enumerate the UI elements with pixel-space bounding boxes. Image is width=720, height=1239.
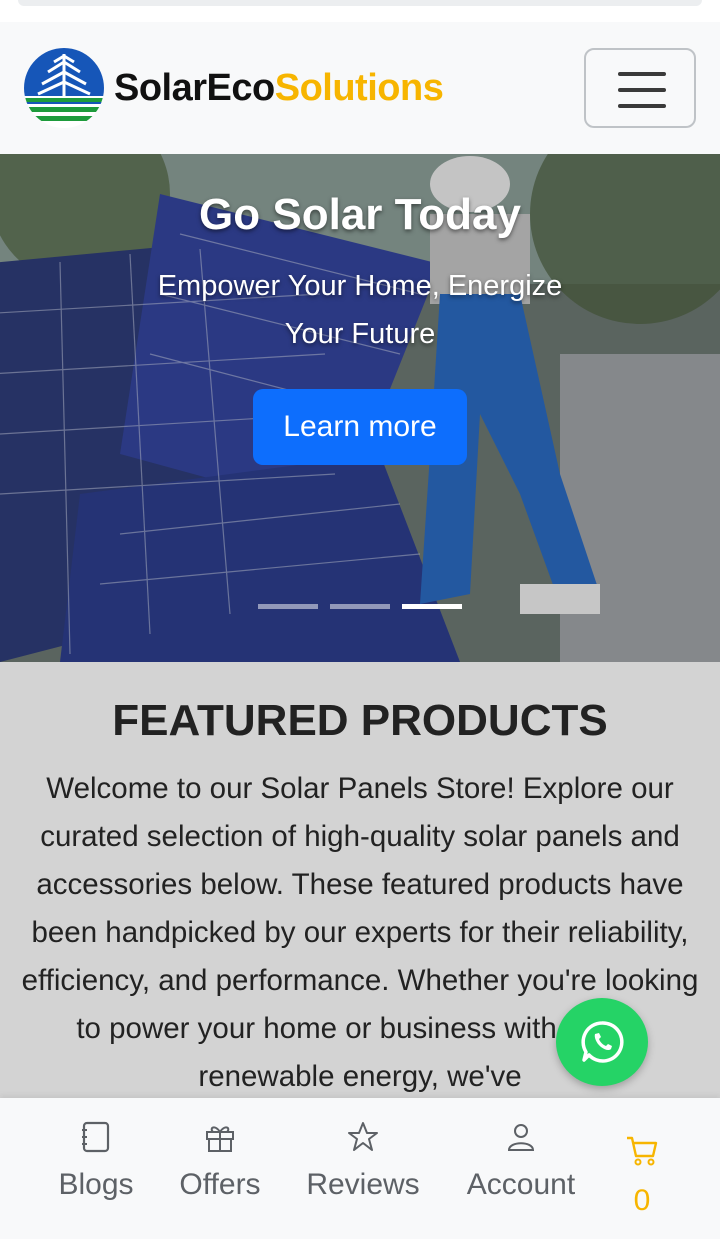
solar-leaf-logo-icon — [24, 48, 104, 128]
brand-name: SolarEcoSolutions — [114, 66, 444, 110]
nav-cart[interactable]: 0 — [612, 1098, 672, 1239]
hamburger-menu-button[interactable] — [584, 48, 696, 128]
carousel-indicator-1[interactable] — [258, 604, 318, 609]
whatsapp-button[interactable] — [556, 998, 648, 1086]
hero-title: Go Solar Today — [199, 190, 521, 239]
carousel-indicators — [258, 604, 462, 609]
carousel-indicator-3[interactable] — [402, 604, 462, 609]
nav-reviews[interactable]: Reviews — [296, 1098, 430, 1239]
brand-name-part1: SolarEco — [114, 66, 275, 109]
browser-top-strip — [0, 0, 720, 22]
nav-blogs-label: Blogs — [58, 1168, 134, 1201]
hamburger-menu-icon — [618, 88, 666, 92]
brand-name-part2: Solutions — [274, 66, 444, 109]
nav-account[interactable]: Account — [452, 1098, 590, 1239]
cart-count: 0 — [633, 1184, 651, 1217]
hero-subtitle: Empower Your Home, Energize Your Future — [157, 270, 563, 350]
featured-heading: FEATURED PRODUCTS — [112, 696, 608, 745]
bottom-navigation: Blogs Offers Reviews Account 0 — [0, 1098, 720, 1239]
hamburger-menu-icon — [618, 104, 666, 108]
brand-link[interactable]: SolarEcoSolutions — [24, 48, 444, 128]
nav-offers-label: Offers — [179, 1168, 261, 1201]
navbar: SolarEcoSolutions — [0, 22, 720, 154]
hamburger-menu-icon — [618, 72, 666, 76]
star-icon — [348, 1122, 378, 1151]
notebook-icon — [82, 1121, 110, 1153]
learn-more-button[interactable]: Learn more — [253, 389, 467, 465]
nav-account-label: Account — [466, 1168, 576, 1201]
carousel-indicator-2[interactable] — [330, 604, 390, 609]
nav-offers[interactable]: Offers — [166, 1098, 274, 1239]
top-bar — [18, 0, 702, 6]
user-icon — [507, 1124, 535, 1151]
nav-reviews-label: Reviews — [306, 1168, 420, 1201]
whatsapp-icon — [581, 1021, 624, 1063]
nav-blogs[interactable]: Blogs — [36, 1098, 156, 1239]
gift-icon — [206, 1126, 234, 1152]
cart-icon — [627, 1136, 658, 1166]
hero-carousel[interactable]: Go Solar Today Empower Your Home, Energi… — [0, 154, 720, 662]
